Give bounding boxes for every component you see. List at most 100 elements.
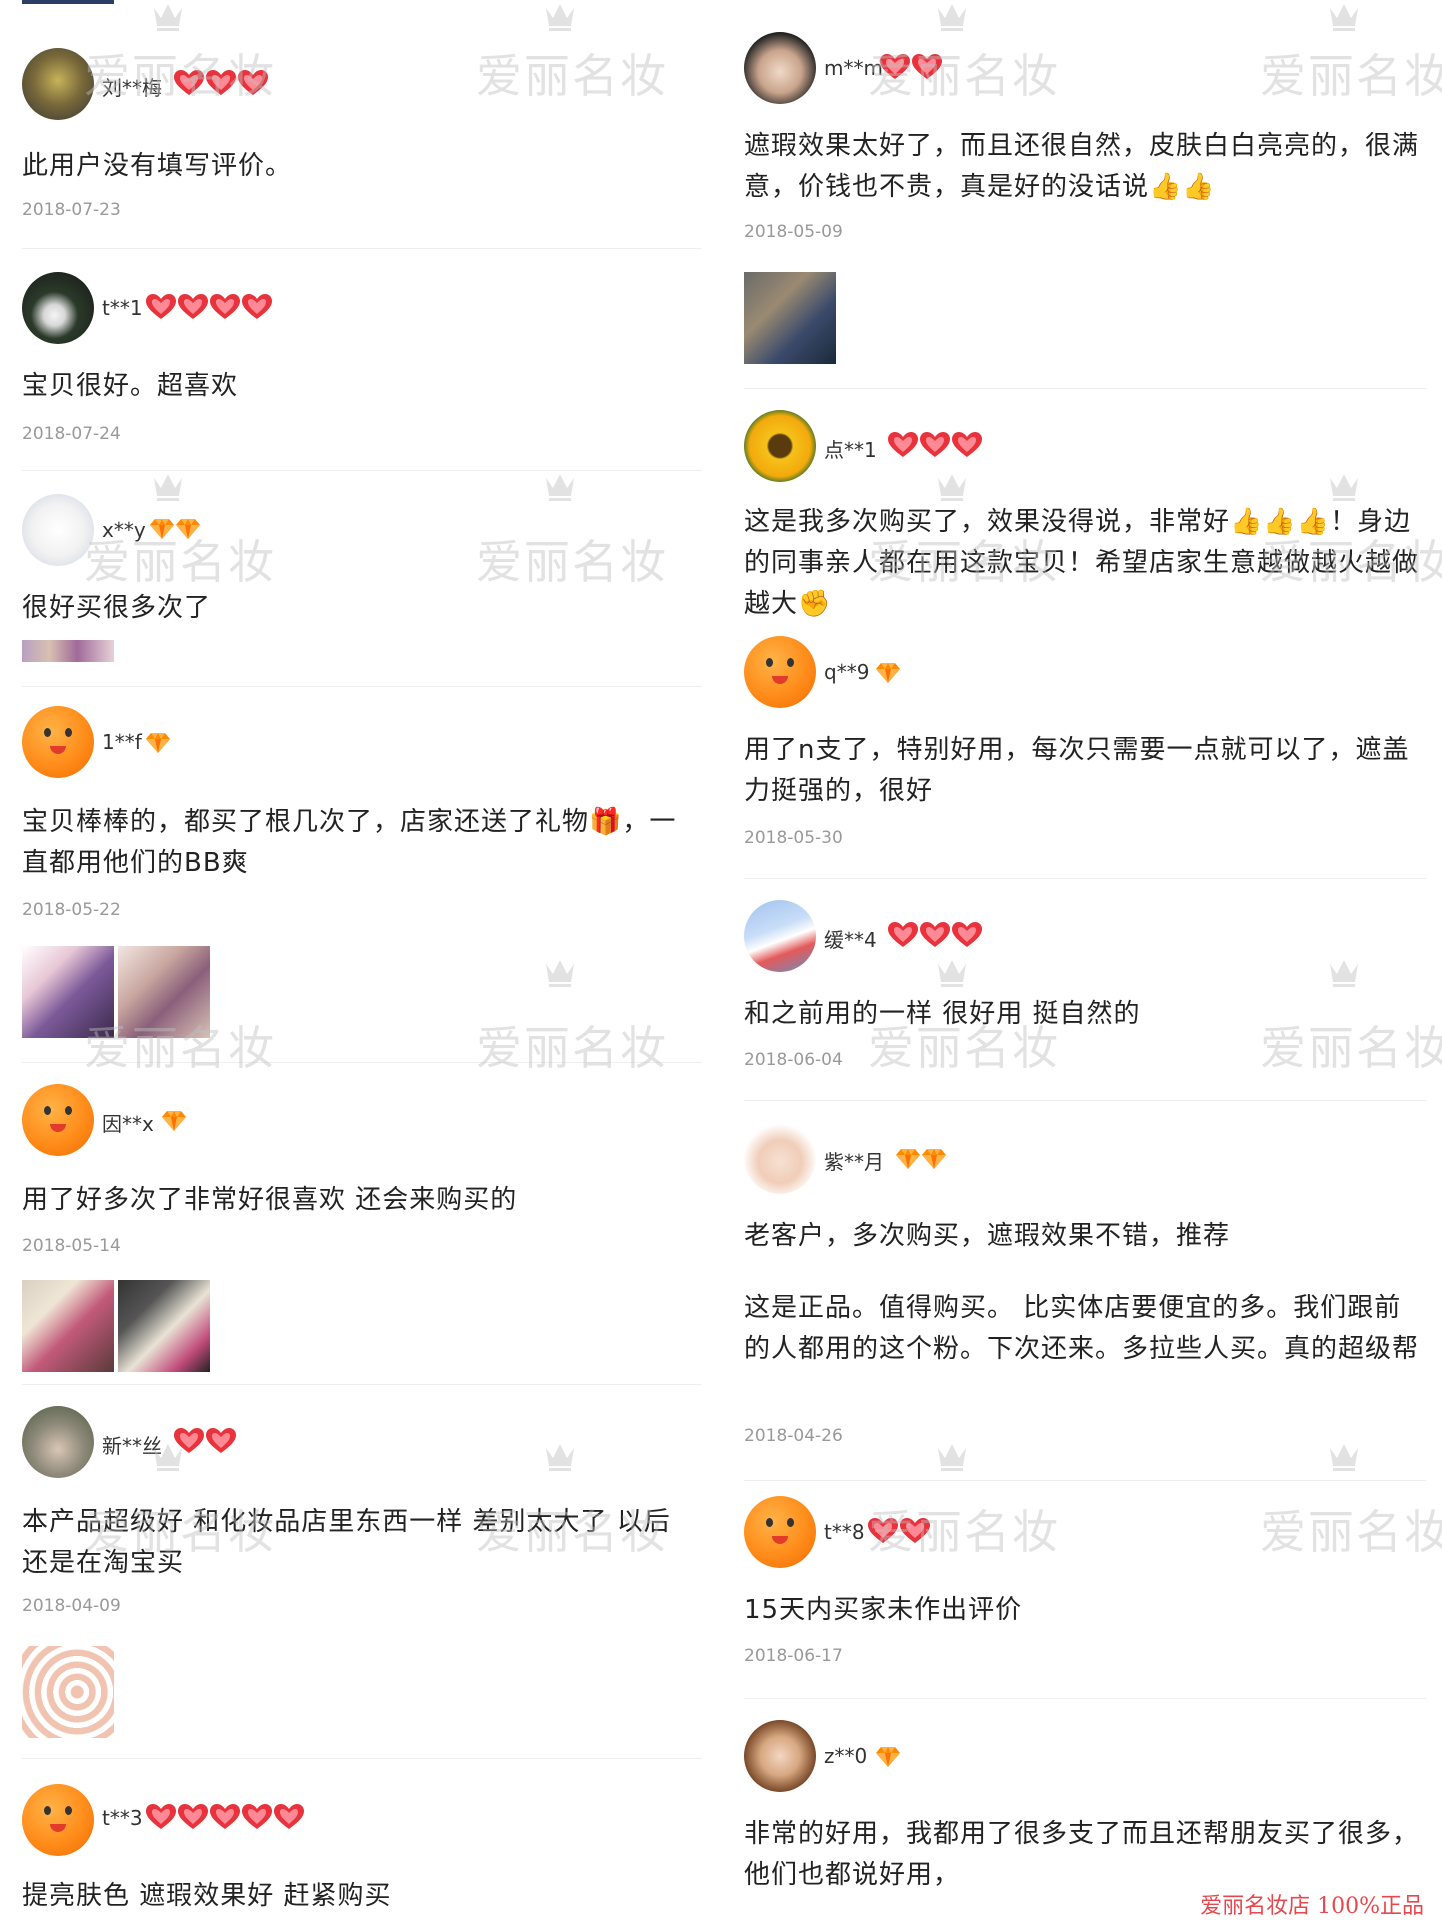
user-avatar[interactable] bbox=[744, 900, 816, 972]
review-date: 2018-05-22 bbox=[22, 900, 121, 920]
divider bbox=[22, 1758, 702, 1759]
heart-badge-icon bbox=[238, 70, 268, 96]
username[interactable]: 新**丝 bbox=[102, 1430, 162, 1459]
divider bbox=[744, 878, 1426, 879]
heart-badge-icon bbox=[900, 1518, 930, 1544]
level-badges bbox=[150, 518, 200, 540]
review-text: 此用户没有填写评价。 bbox=[22, 151, 293, 181]
review-photo[interactable] bbox=[22, 640, 114, 662]
level-badges bbox=[888, 432, 982, 458]
review-photo[interactable] bbox=[118, 946, 210, 1038]
user-avatar[interactable] bbox=[744, 1496, 816, 1568]
user-avatar[interactable] bbox=[22, 272, 94, 344]
username[interactable]: m**m bbox=[824, 56, 883, 80]
review-photo[interactable] bbox=[744, 272, 836, 364]
crown-watermark-icon bbox=[935, 470, 969, 502]
gem-badge-icon bbox=[162, 1110, 186, 1132]
username[interactable]: 紫**月 bbox=[824, 1146, 884, 1175]
review-text: 这是正品。值得购买。 比实体店要便宜的多。我们跟前的人都用的这个粉。下次还来。多… bbox=[744, 1293, 1420, 1364]
review-photo[interactable] bbox=[22, 1280, 114, 1372]
top-edge-bar bbox=[22, 0, 114, 4]
heart-badge-icon bbox=[920, 922, 950, 948]
divider bbox=[22, 248, 702, 249]
user-avatar[interactable] bbox=[22, 1406, 94, 1478]
watermark-text: 爱丽名妆 bbox=[476, 1021, 668, 1075]
heart-badge-icon bbox=[274, 1804, 304, 1830]
heart-badge-icon bbox=[178, 1804, 208, 1830]
level-badges bbox=[146, 732, 170, 754]
user-avatar[interactable] bbox=[744, 636, 816, 708]
gem-badge-icon bbox=[876, 1746, 900, 1768]
user-avatar[interactable] bbox=[22, 1784, 94, 1856]
username[interactable]: 缓**4 bbox=[824, 924, 877, 953]
username[interactable]: t**1 bbox=[102, 296, 143, 320]
level-badges bbox=[174, 70, 268, 96]
heart-badge-icon bbox=[868, 1518, 898, 1544]
level-badges bbox=[162, 1110, 186, 1132]
review-date: 2018-06-04 bbox=[744, 1050, 843, 1070]
username[interactable]: 因**x bbox=[102, 1108, 154, 1137]
username[interactable]: 点**1 bbox=[824, 434, 877, 463]
user-avatar[interactable] bbox=[744, 410, 816, 482]
user-avatar[interactable] bbox=[22, 1084, 94, 1156]
heart-badge-icon bbox=[952, 922, 982, 948]
username[interactable]: q**9 bbox=[824, 660, 869, 684]
store-footer-watermark: 爱丽名妆店 100%正品 bbox=[1200, 1894, 1424, 1919]
review-text: 老客户，多次购买，遮瑕效果不错，推荐 bbox=[744, 1221, 1231, 1251]
divider bbox=[744, 1698, 1426, 1699]
crown-watermark-icon bbox=[1327, 1440, 1361, 1472]
review-text: 用了好多次了非常好很喜欢 还会来购买的 bbox=[22, 1185, 518, 1215]
divider bbox=[744, 1480, 1426, 1481]
user-avatar[interactable] bbox=[744, 32, 816, 104]
level-badges bbox=[868, 1518, 930, 1544]
review-photo[interactable] bbox=[22, 946, 114, 1038]
level-badges bbox=[876, 1746, 900, 1768]
review-date: 2018-04-09 bbox=[22, 1596, 121, 1616]
heart-badge-icon bbox=[146, 294, 176, 320]
username[interactable]: z**0 bbox=[824, 1744, 867, 1768]
review-text: 很好买很多次了 bbox=[22, 593, 212, 623]
divider bbox=[22, 686, 702, 687]
heart-badge-icon bbox=[210, 1804, 240, 1830]
review-photo[interactable] bbox=[22, 1646, 114, 1738]
user-avatar[interactable] bbox=[744, 1122, 816, 1194]
watermark-text: 爱丽名妆 bbox=[1260, 1505, 1442, 1559]
divider bbox=[744, 1100, 1426, 1101]
review-text: 用了n支了，特别好用，每次只需要一点就可以了，遮盖力挺强的，很好 bbox=[744, 735, 1410, 806]
watermark-text: 爱丽名妆 bbox=[1260, 49, 1442, 103]
username[interactable]: 刘**梅 bbox=[102, 72, 162, 101]
review-text: 这是我多次购买了，效果没得说，非常好👍👍👍！身边的同事亲人都在用这款宝贝！希望店… bbox=[744, 507, 1420, 619]
gem-badge-icon bbox=[150, 518, 174, 540]
gem-badge-icon bbox=[922, 1148, 946, 1170]
heart-badge-icon bbox=[888, 432, 918, 458]
crown-watermark-icon bbox=[1327, 470, 1361, 502]
heart-badge-icon bbox=[174, 1428, 204, 1454]
review-date: 2018-04-26 bbox=[744, 1426, 843, 1446]
level-badges bbox=[146, 294, 272, 320]
review-date: 2018-05-14 bbox=[22, 1236, 121, 1256]
watermark-text: 爱丽名妆 bbox=[476, 535, 668, 589]
divider bbox=[22, 470, 702, 471]
user-avatar[interactable] bbox=[22, 48, 94, 120]
crown-watermark-icon bbox=[543, 1440, 577, 1472]
crown-watermark-icon bbox=[935, 1440, 969, 1472]
username[interactable]: t**8 bbox=[824, 1520, 865, 1544]
username[interactable]: 1**f bbox=[102, 730, 142, 754]
crown-watermark-icon bbox=[935, 956, 969, 988]
review-text: 非常的好用，我都用了很多支了而且还帮朋友买了很多，他们也都说好用， bbox=[744, 1819, 1420, 1890]
level-badges bbox=[876, 662, 900, 684]
user-avatar[interactable] bbox=[22, 706, 94, 778]
crown-watermark-icon bbox=[151, 470, 185, 502]
username[interactable]: t**3 bbox=[102, 1806, 143, 1830]
username[interactable]: x**y bbox=[102, 518, 146, 542]
review-photo[interactable] bbox=[118, 1280, 210, 1372]
heart-badge-icon bbox=[206, 70, 236, 96]
crown-watermark-icon bbox=[543, 956, 577, 988]
user-avatar[interactable] bbox=[22, 494, 94, 566]
heart-badge-icon bbox=[920, 432, 950, 458]
heart-badge-icon bbox=[242, 294, 272, 320]
user-avatar[interactable] bbox=[744, 1720, 816, 1792]
heart-badge-icon bbox=[174, 70, 204, 96]
divider bbox=[22, 1062, 702, 1063]
heart-badge-icon bbox=[880, 54, 910, 80]
